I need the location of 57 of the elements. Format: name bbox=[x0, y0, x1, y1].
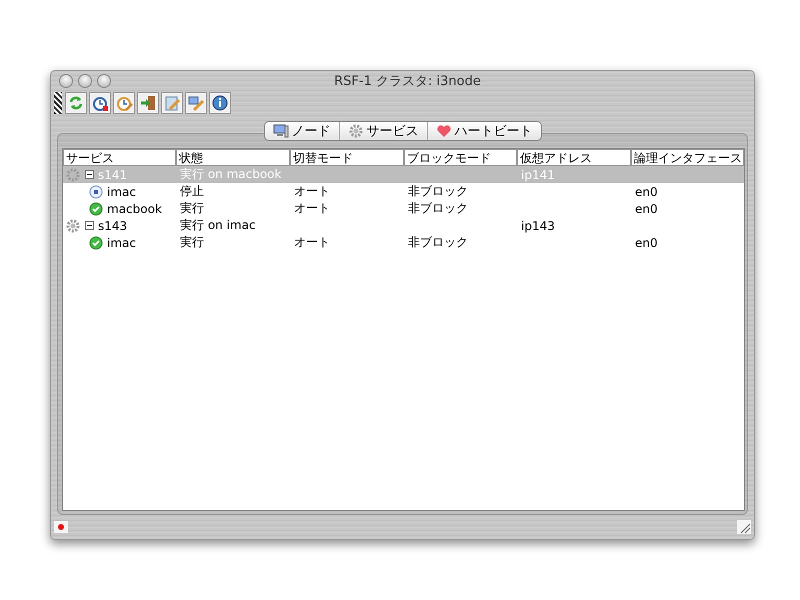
resize-handle-icon[interactable] bbox=[737, 520, 751, 534]
column-header[interactable]: 論理インタフェース bbox=[631, 149, 744, 166]
tab[interactable]: サービス bbox=[340, 122, 428, 140]
table-cell: 実行 on imac bbox=[180, 217, 256, 234]
table-cell: ip143 bbox=[521, 218, 555, 232]
toolbar-grip[interactable] bbox=[54, 92, 62, 114]
gear-icon bbox=[348, 123, 364, 139]
table-cell: オート bbox=[294, 200, 330, 217]
column-header[interactable]: 切替モード bbox=[290, 149, 404, 166]
door-icon bbox=[139, 94, 157, 112]
table-cell: 実行 on macbook bbox=[180, 166, 282, 183]
table-cell: 実行 bbox=[180, 234, 204, 251]
table-cell: 実行 bbox=[180, 200, 204, 217]
table-row[interactable]: imac 実行 オート 非ブロック en0 bbox=[63, 234, 744, 251]
table-row[interactable]: macbook 実行 オート 非ブロック en0 bbox=[63, 200, 744, 217]
tab[interactable]: ハートビート bbox=[428, 122, 540, 140]
info-icon bbox=[211, 94, 229, 112]
table-cell: 非ブロック bbox=[408, 234, 468, 251]
table-row[interactable]: s143 実行 on imac ip143 bbox=[63, 217, 744, 234]
table-row[interactable]: imac 停止 オート 非ブロック en0 bbox=[63, 183, 744, 200]
toolbar-button[interactable] bbox=[89, 92, 111, 114]
window-title: RSF-1 クラスタ: i3node bbox=[333, 73, 482, 90]
window-control-button[interactable] bbox=[78, 74, 92, 88]
refresh-icon bbox=[67, 94, 85, 112]
table-cell: s143 bbox=[98, 218, 128, 232]
pencil-icon bbox=[187, 94, 205, 112]
alarm-clock-icon bbox=[91, 94, 109, 112]
tab[interactable]: ノード bbox=[264, 122, 340, 140]
record-icon bbox=[54, 521, 68, 533]
table-cell: en0 bbox=[635, 236, 658, 250]
heart-icon bbox=[436, 123, 452, 139]
window-control-button[interactable] bbox=[97, 74, 111, 88]
toolbar-button[interactable] bbox=[185, 92, 207, 114]
table-cell: en0 bbox=[635, 202, 658, 216]
table-cell: 非ブロック bbox=[408, 200, 468, 217]
table-cell: en0 bbox=[635, 184, 658, 198]
table-cell: imac bbox=[107, 184, 136, 198]
table-cell: 停止 bbox=[180, 183, 204, 200]
column-header[interactable]: 状態 bbox=[176, 149, 290, 166]
table-cell: 非ブロック bbox=[408, 183, 468, 200]
gear-icon bbox=[65, 218, 81, 234]
table-cell: ip141 bbox=[521, 168, 555, 182]
table-cell: オート bbox=[294, 234, 330, 251]
alarm-clock-icon bbox=[115, 94, 133, 112]
toolbar-button[interactable] bbox=[209, 92, 231, 114]
collapse-icon[interactable] bbox=[85, 170, 94, 179]
gear-icon bbox=[65, 166, 81, 182]
window-control-button[interactable] bbox=[59, 74, 73, 88]
pencil-icon bbox=[163, 94, 181, 112]
table-cell: macbook bbox=[107, 202, 162, 216]
column-header[interactable]: サービス bbox=[63, 149, 176, 166]
table-cell: s141 bbox=[98, 168, 128, 182]
table-cell: imac bbox=[107, 236, 136, 250]
column-header[interactable]: ブロックモード bbox=[404, 149, 517, 166]
column-header[interactable]: 仮想アドレス bbox=[517, 149, 631, 166]
table-cell: オート bbox=[294, 183, 330, 200]
collapse-icon[interactable] bbox=[85, 221, 94, 230]
